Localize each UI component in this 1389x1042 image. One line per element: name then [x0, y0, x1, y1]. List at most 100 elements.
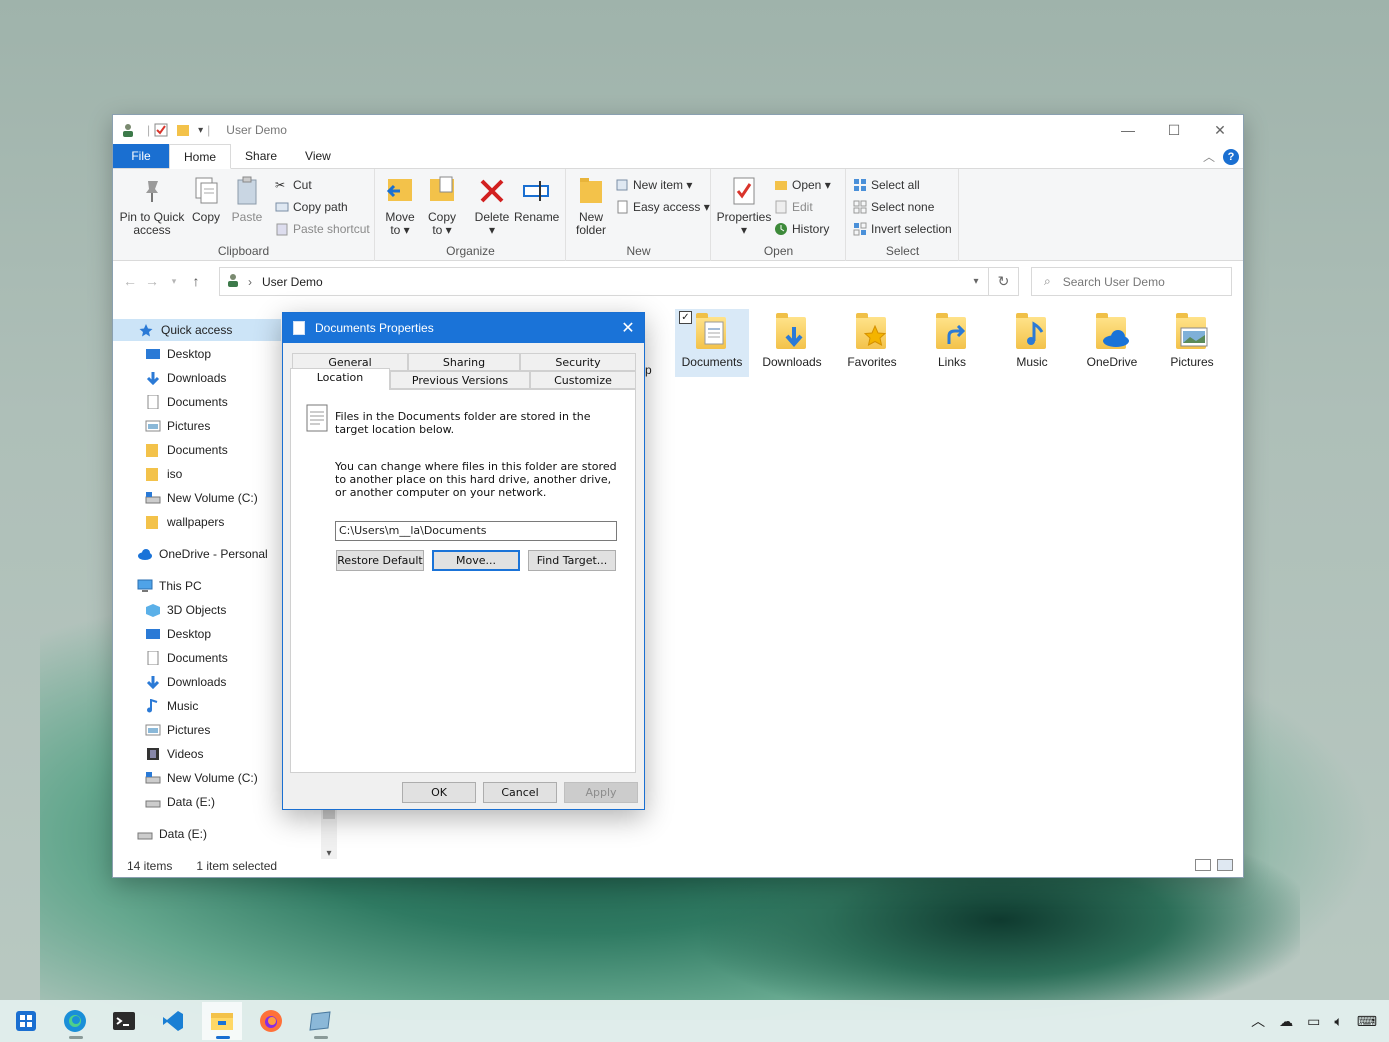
maximize-icon[interactable]: ☐	[1151, 115, 1197, 145]
folder-item-pictures[interactable]: Pictures	[1155, 309, 1229, 377]
address-bar[interactable]: › User Demo	[219, 267, 989, 296]
tab-previous-versions[interactable]: Previous Versions	[390, 371, 530, 389]
open-button[interactable]: Open ▾	[774, 175, 831, 195]
minimize-icon[interactable]: —	[1105, 115, 1151, 145]
breadcrumb-chevron-icon[interactable]: ›	[248, 275, 252, 289]
delete-button[interactable]: Delete ▾	[472, 175, 512, 237]
copy-button[interactable]: Copy	[189, 175, 223, 224]
refresh-icon[interactable]: ↻	[989, 267, 1019, 296]
tab-security[interactable]: Security	[520, 353, 636, 371]
taskbar-file-explorer[interactable]	[202, 1002, 242, 1040]
up-arrow-icon[interactable]: ↑	[185, 273, 207, 289]
apply-button[interactable]: Apply	[564, 782, 638, 803]
selection-checkbox[interactable]: ✓	[679, 311, 692, 324]
nav-desktop[interactable]: Desktop	[145, 343, 211, 365]
copy-path-button[interactable]: Copy path	[275, 197, 348, 217]
target-path-input[interactable]: C:\Users\m__la\Documents	[335, 521, 617, 541]
ok-button[interactable]: OK	[402, 782, 476, 803]
nav-this-pc[interactable]: This PC	[137, 575, 202, 597]
tab-home[interactable]: Home	[169, 144, 232, 169]
collapse-ribbon-icon[interactable]: ︿	[1203, 148, 1215, 165]
folder-item-onedrive[interactable]: OneDrive	[1075, 309, 1149, 377]
edit-button[interactable]: Edit	[774, 197, 813, 217]
taskbar-edge[interactable]	[55, 1002, 95, 1040]
easy-access-button[interactable]: Easy access ▾	[615, 197, 710, 217]
nav-pc-videos[interactable]: Videos	[145, 743, 203, 765]
folder-item-favorites[interactable]: Favorites	[835, 309, 909, 377]
nav-pc-data-e[interactable]: Data (E:)	[145, 791, 215, 813]
select-all-button[interactable]: Select all	[853, 175, 920, 195]
nav-pc-documents[interactable]: Documents	[145, 647, 228, 669]
folder-item-downloads[interactable]: Downloads	[755, 309, 829, 377]
nav-pc-downloads[interactable]: Downloads	[145, 671, 226, 693]
large-icons-view-icon[interactable]	[1217, 859, 1233, 871]
nav-wallpapers[interactable]: wallpapers	[145, 511, 224, 533]
tab-location[interactable]: Location	[290, 368, 390, 390]
paste-button[interactable]: Paste	[229, 175, 265, 224]
folder-item-music[interactable]: Music	[995, 309, 1069, 377]
cut-button[interactable]: ✂ Cut	[275, 175, 312, 195]
properties-button[interactable]: Properties ▾	[716, 175, 772, 237]
nav-pc-music[interactable]: Music	[145, 695, 198, 717]
folder-item-documents[interactable]: ✓ Documents	[675, 309, 749, 377]
new-folder-button[interactable]: New folder	[571, 175, 611, 237]
recent-locations-icon[interactable]: ▾	[163, 276, 185, 287]
tab-view[interactable]: View	[291, 144, 345, 168]
network-icon[interactable]: ▭	[1307, 1013, 1320, 1030]
nav-pc-pictures[interactable]: Pictures	[145, 719, 210, 741]
folder-item-links[interactable]: Links	[915, 309, 989, 377]
new-item-icon	[615, 178, 629, 192]
nav-data-e[interactable]: Data (E:)	[137, 823, 207, 845]
show-hidden-icons-icon[interactable]: ︿	[1251, 1011, 1265, 1031]
new-folder-quick-icon[interactable]	[176, 123, 190, 137]
nav-3d-objects[interactable]: 3D Objects	[145, 599, 226, 621]
nav-pc-desktop[interactable]: Desktop	[145, 623, 211, 645]
move-button[interactable]: Move...	[432, 550, 520, 571]
restore-default-button[interactable]: Restore Default	[336, 550, 424, 571]
start-button[interactable]	[6, 1002, 46, 1040]
tab-sharing[interactable]: Sharing	[408, 353, 520, 371]
onedrive-cloud-icon[interactable]: ☁	[1279, 1013, 1293, 1030]
back-arrow-icon[interactable]: ←	[119, 273, 141, 289]
selection-count: 1 item selected	[196, 859, 278, 873]
nav-new-volume-c[interactable]: New Volume (C:)	[145, 487, 258, 509]
taskbar-app-window[interactable]	[300, 1002, 340, 1040]
paste-shortcut-button[interactable]: Paste shortcut	[275, 219, 370, 239]
dialog-close-icon[interactable]: ✕	[612, 313, 644, 343]
taskbar-vscode[interactable]	[153, 1002, 193, 1040]
cancel-button[interactable]: Cancel	[483, 782, 557, 803]
find-target-button[interactable]: Find Target...	[528, 550, 616, 571]
customize-quick-access-icon[interactable]: ▾	[198, 125, 203, 136]
tab-customize[interactable]: Customize	[530, 371, 636, 389]
details-view-icon[interactable]	[1195, 859, 1211, 871]
nav-documents[interactable]: Documents	[145, 391, 228, 413]
search-input[interactable]: ⌕ Search User Demo	[1031, 267, 1232, 296]
nav-pictures[interactable]: Pictures	[145, 415, 210, 437]
help-icon[interactable]: ?	[1223, 149, 1239, 165]
properties-quick-icon[interactable]	[154, 123, 168, 137]
history-button[interactable]: History	[774, 219, 829, 239]
address-dropdown-icon[interactable]: ▾	[963, 267, 989, 296]
close-icon[interactable]: ✕	[1197, 115, 1243, 145]
forward-arrow-icon[interactable]: →	[141, 273, 163, 289]
taskbar-firefox[interactable]	[251, 1002, 291, 1040]
nav-downloads[interactable]: Downloads	[145, 367, 226, 389]
tab-file[interactable]: File	[113, 144, 169, 168]
nav-pc-new-volume-c[interactable]: New Volume (C:)	[145, 767, 258, 789]
pin-to-quick-access-button[interactable]: Pin to Quick access	[117, 175, 187, 237]
select-none-button[interactable]: Select none	[853, 197, 934, 217]
invert-selection-button[interactable]: Invert selection	[853, 219, 952, 239]
move-to-button[interactable]: Move to ▾	[382, 175, 418, 237]
keyboard-icon[interactable]: ⌨	[1357, 1013, 1377, 1030]
nav-iso[interactable]: iso	[145, 463, 182, 485]
tab-share[interactable]: Share	[231, 144, 291, 168]
new-item-button[interactable]: New item ▾	[615, 175, 692, 195]
rename-button[interactable]: Rename	[514, 175, 559, 224]
volume-icon[interactable]: 🔈︎	[1334, 1013, 1342, 1030]
taskbar-terminal[interactable]	[104, 1002, 144, 1040]
nav-quick-access[interactable]: Quick access	[113, 319, 281, 341]
nav-documents-folder[interactable]: Documents	[145, 439, 228, 461]
breadcrumb-user-demo[interactable]: User Demo	[262, 275, 323, 289]
nav-onedrive[interactable]: OneDrive - Personal	[137, 543, 268, 565]
copy-to-button[interactable]: Copy to ▾	[424, 175, 460, 237]
